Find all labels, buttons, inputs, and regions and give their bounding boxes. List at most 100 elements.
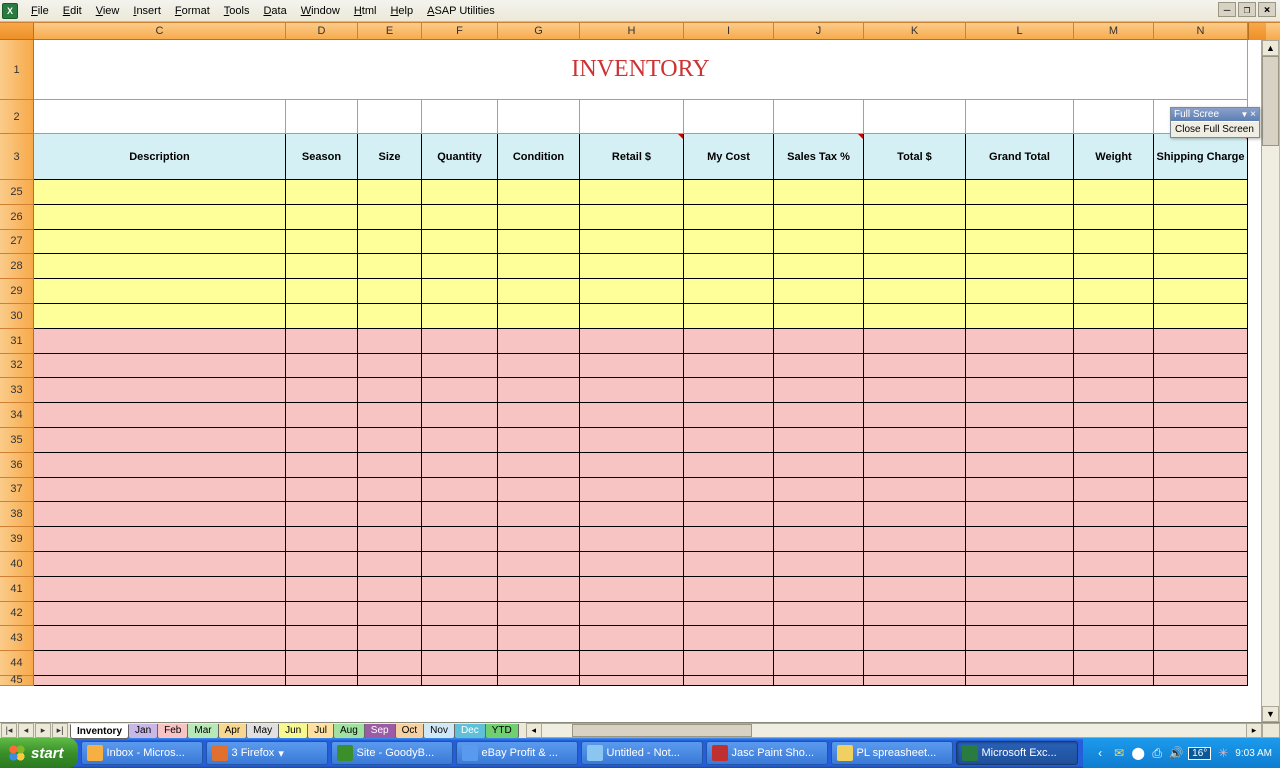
cell[interactable] <box>684 676 774 686</box>
cell[interactable] <box>422 453 498 478</box>
cell[interactable] <box>774 577 864 602</box>
cell[interactable] <box>580 453 684 478</box>
cell[interactable] <box>498 502 580 527</box>
tab-nav-first[interactable]: |◂ <box>1 723 17 738</box>
cell[interactable] <box>34 254 286 279</box>
cell[interactable] <box>498 453 580 478</box>
tray-clock[interactable]: 9:03 AM <box>1235 748 1272 759</box>
cell[interactable] <box>864 205 966 230</box>
row-header-38[interactable]: 38 <box>0 502 34 527</box>
cell[interactable] <box>864 577 966 602</box>
tray-arrow-icon[interactable]: ‹ <box>1093 746 1107 760</box>
header-total-[interactable]: Total $ <box>864 134 966 180</box>
cell[interactable] <box>34 304 286 329</box>
cell[interactable] <box>34 100 286 134</box>
cell[interactable] <box>580 626 684 651</box>
cell[interactable] <box>1074 329 1154 354</box>
taskbar-button[interactable]: Jasc Paint Sho... <box>706 741 828 765</box>
cell[interactable] <box>774 552 864 577</box>
cell[interactable] <box>774 626 864 651</box>
cell[interactable] <box>1074 577 1154 602</box>
cell[interactable] <box>422 478 498 503</box>
cell[interactable] <box>34 230 286 255</box>
cell[interactable] <box>358 100 422 134</box>
cell[interactable] <box>358 478 422 503</box>
cell[interactable] <box>498 403 580 428</box>
cell[interactable] <box>1154 651 1248 676</box>
cell[interactable] <box>34 478 286 503</box>
tray-shield-icon[interactable]: ⬤ <box>1131 746 1145 760</box>
cell[interactable] <box>966 403 1074 428</box>
cell[interactable] <box>498 602 580 627</box>
sheet-tab-dec[interactable]: Dec <box>454 724 486 739</box>
cell[interactable] <box>1154 502 1248 527</box>
cell[interactable] <box>774 354 864 379</box>
cell[interactable] <box>286 626 358 651</box>
cell[interactable] <box>286 453 358 478</box>
cell[interactable] <box>498 378 580 403</box>
cell[interactable] <box>774 378 864 403</box>
cell[interactable] <box>580 180 684 205</box>
cell[interactable] <box>1154 378 1248 403</box>
column-header-I[interactable]: I <box>684 23 774 40</box>
cell[interactable] <box>684 230 774 255</box>
taskbar-button[interactable]: eBay Profit & ... <box>456 741 578 765</box>
fullscreen-toolbar[interactable]: Full Scree ▼ × Close Full Screen <box>1170 107 1260 138</box>
minimize-button[interactable]: – <box>1218 2 1236 17</box>
cell[interactable] <box>1074 626 1154 651</box>
cell[interactable] <box>684 626 774 651</box>
menu-help[interactable]: Help <box>383 3 420 19</box>
cell[interactable] <box>1074 651 1154 676</box>
cell[interactable] <box>34 428 286 453</box>
cell[interactable] <box>1074 354 1154 379</box>
hscroll-thumb[interactable] <box>572 724 752 737</box>
cell[interactable] <box>966 552 1074 577</box>
cell[interactable] <box>286 428 358 453</box>
cell[interactable] <box>580 378 684 403</box>
cell[interactable] <box>1074 428 1154 453</box>
sheet-tab-feb[interactable]: Feb <box>157 724 188 739</box>
cell[interactable] <box>684 100 774 134</box>
cell[interactable] <box>422 676 498 686</box>
cell[interactable] <box>422 100 498 134</box>
cell[interactable] <box>34 403 286 428</box>
taskbar-button[interactable]: Microsoft Exc... <box>956 741 1078 765</box>
row-header-42[interactable]: 42 <box>0 602 34 627</box>
cell[interactable] <box>498 428 580 453</box>
menu-html[interactable]: Html <box>347 3 384 19</box>
cell[interactable] <box>1154 403 1248 428</box>
cell[interactable] <box>422 651 498 676</box>
taskbar-button[interactable]: Untitled - Not... <box>581 741 703 765</box>
sheet-tab-jun[interactable]: Jun <box>278 724 308 739</box>
cell[interactable] <box>580 651 684 676</box>
sheet-tab-apr[interactable]: Apr <box>218 724 248 739</box>
cell[interactable] <box>966 254 1074 279</box>
cell[interactable] <box>864 602 966 627</box>
scroll-right-button[interactable]: ▸ <box>1246 723 1262 738</box>
cell[interactable] <box>774 478 864 503</box>
cell[interactable] <box>286 100 358 134</box>
cell[interactable] <box>286 230 358 255</box>
vscroll-track[interactable] <box>1262 56 1279 706</box>
cell[interactable] <box>358 577 422 602</box>
cell[interactable] <box>580 254 684 279</box>
cell[interactable] <box>966 577 1074 602</box>
cell[interactable] <box>684 602 774 627</box>
tab-nav-prev[interactable]: ◂ <box>18 723 34 738</box>
cell[interactable] <box>358 279 422 304</box>
cell[interactable] <box>774 403 864 428</box>
column-header-N[interactable]: N <box>1154 23 1248 40</box>
cell[interactable] <box>498 651 580 676</box>
cell[interactable] <box>1154 626 1248 651</box>
cell[interactable] <box>966 205 1074 230</box>
cell[interactable] <box>966 428 1074 453</box>
taskbar-button[interactable]: 3 Firefox ▾ <box>206 741 328 765</box>
cell[interactable] <box>286 478 358 503</box>
cell[interactable] <box>774 279 864 304</box>
close-button[interactable]: × <box>1258 2 1276 17</box>
cell[interactable] <box>1074 304 1154 329</box>
cell[interactable] <box>774 428 864 453</box>
cell[interactable] <box>358 403 422 428</box>
header-retail-[interactable]: Retail $ <box>580 134 684 180</box>
cell[interactable] <box>286 527 358 552</box>
